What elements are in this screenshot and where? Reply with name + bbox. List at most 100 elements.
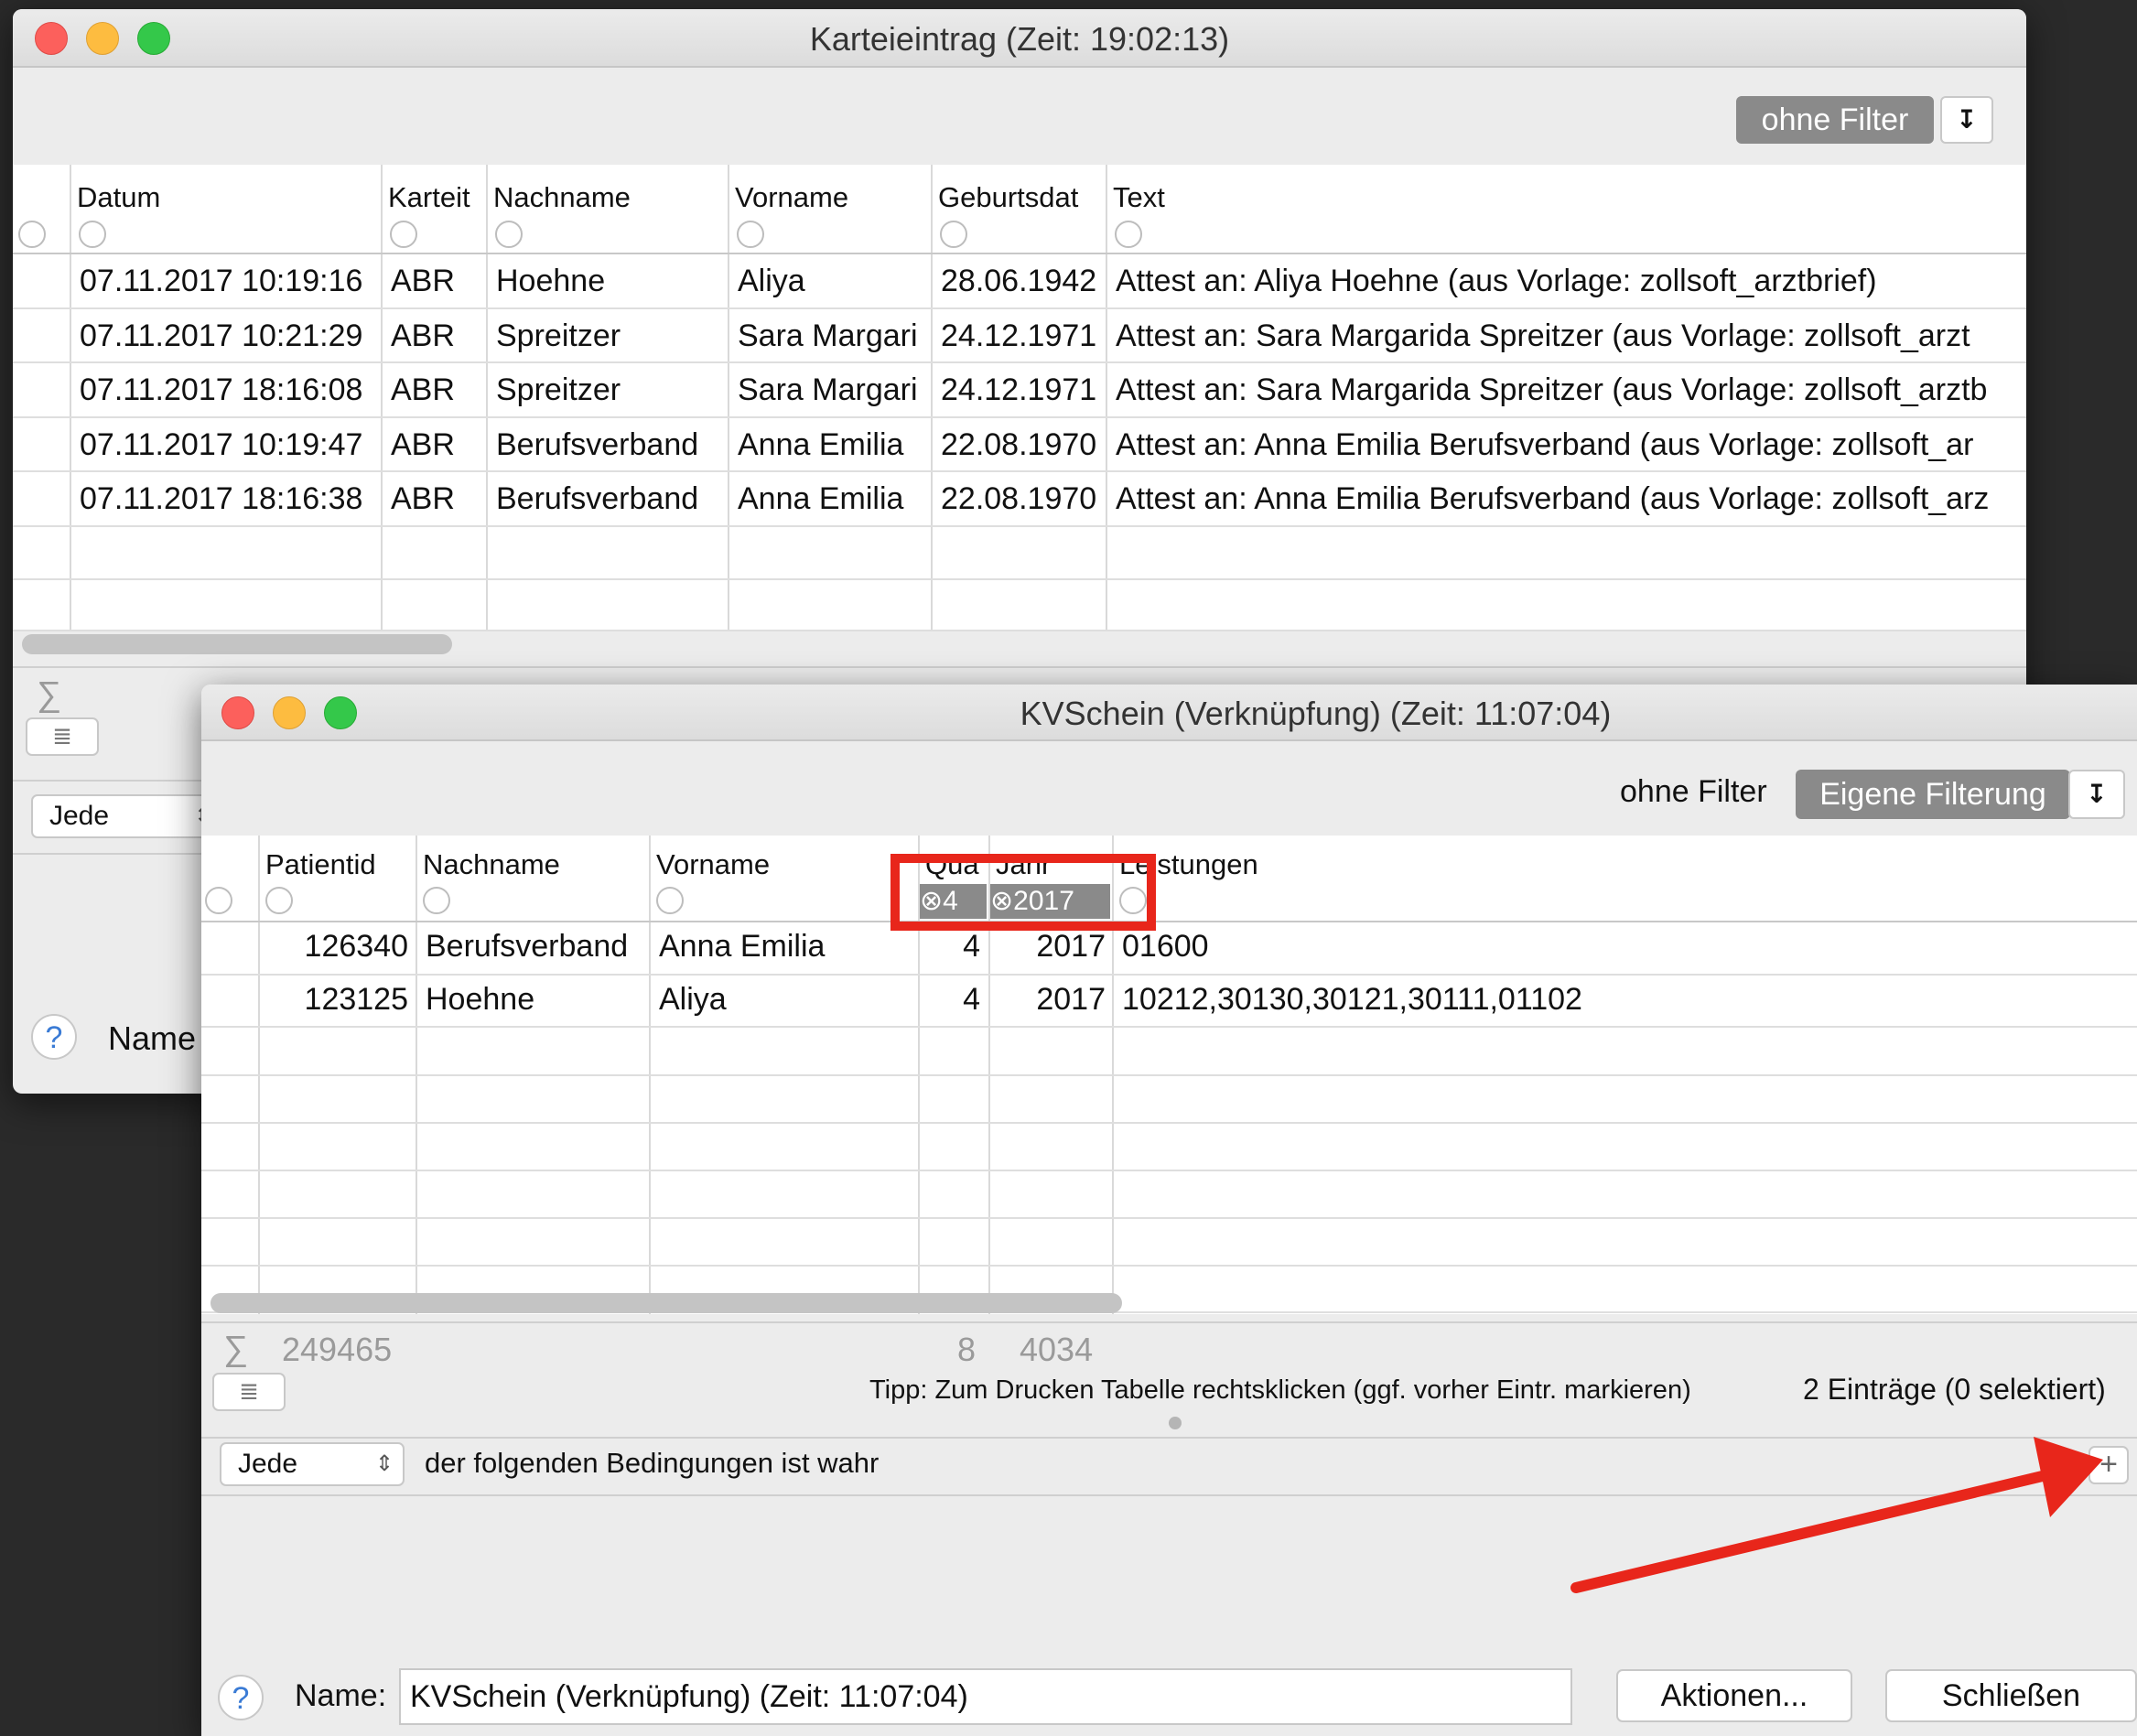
table-cell[interactable]: 07.11.2017 10:21:29 — [80, 318, 377, 354]
filter-circle-icon[interactable] — [390, 221, 417, 248]
table-cell[interactable]: Berufsverband — [496, 481, 725, 517]
horizontal-scrollbar[interactable] — [210, 1293, 1122, 1313]
filter-circle-icon[interactable] — [205, 887, 232, 914]
column-options-icon[interactable]: ≣ — [212, 1373, 286, 1411]
column-header-geburtsdat[interactable]: Geburtsdat — [938, 181, 1078, 214]
table-cell[interactable]: Berufsverband — [496, 427, 725, 463]
table-cell[interactable]: 4 — [922, 982, 980, 1018]
chevron-updown-icon: ⇕ — [374, 1451, 394, 1476]
table-cell[interactable]: 2017 — [992, 929, 1106, 965]
column-options-icon[interactable]: ≣ — [26, 717, 99, 756]
table-cell[interactable]: 07.11.2017 18:16:08 — [80, 372, 377, 408]
table-cell[interactable]: Berufsverband — [426, 929, 645, 965]
kvschein-table[interactable]: Patientid Nachname Vorname Qua Jahr Leis… — [201, 836, 2137, 1314]
filter-circle-icon[interactable] — [1115, 221, 1142, 248]
filter-circle-icon[interactable] — [18, 221, 46, 248]
column-header-text[interactable]: Text — [1113, 181, 1165, 214]
filter-menu-arrow-icon[interactable]: ↧ — [1940, 96, 1993, 144]
sum-icon: ∑ — [37, 675, 62, 714]
help-icon[interactable]: ? — [31, 1014, 77, 1060]
entry-count: 2 Einträge (0 selektiert) — [1803, 1373, 2106, 1406]
sum-quarter: 8 — [957, 1331, 977, 1368]
filter-button[interactable]: ohne Filter — [1736, 96, 1934, 144]
condition-popup-label: Jede — [49, 801, 110, 831]
add-condition-icon[interactable]: + — [2088, 1446, 2129, 1484]
table-cell[interactable]: ABR — [391, 427, 482, 463]
name-label: Name — [108, 1019, 197, 1057]
filter-circle-icon[interactable] — [940, 221, 967, 248]
column-header-nachname[interactable]: Nachname — [423, 848, 560, 881]
resize-handle-icon[interactable] — [1169, 1417, 1182, 1429]
table-cell[interactable]: 123125 — [262, 982, 408, 1018]
filter-circle-icon[interactable] — [495, 221, 523, 248]
column-header-datum[interactable]: Datum — [77, 181, 160, 214]
column-header-vorname[interactable]: Vorname — [656, 848, 770, 881]
table-cell[interactable]: Anna Emilia — [659, 929, 915, 965]
column-header-karteit[interactable]: Karteit — [388, 181, 470, 214]
table-cell[interactable]: ABR — [391, 481, 482, 517]
filter-circle-icon[interactable] — [79, 221, 106, 248]
table-cell[interactable]: 24.12.1971 — [941, 318, 1104, 354]
table-cell[interactable]: Spreitzer — [496, 372, 725, 408]
column-header-nachname[interactable]: Nachname — [493, 181, 631, 214]
column-header-vorname[interactable]: Vorname — [735, 181, 848, 214]
table-cell[interactable]: ABR — [391, 372, 482, 408]
table-cell[interactable]: 22.08.1970 — [941, 427, 1104, 463]
name-input[interactable]: KVSchein (Verknüpfung) (Zeit: 11:07:04) — [399, 1668, 1572, 1725]
kvschein-titlebar[interactable]: KVSchein (Verknüpfung) (Zeit: 11:07:04) — [201, 685, 2137, 741]
filter-circle-icon[interactable] — [265, 887, 293, 914]
custom-filter-button[interactable]: Eigene Filterung — [1796, 770, 2070, 819]
filter-status-text: ohne Filter — [1620, 774, 1767, 809]
horizontal-scrollbar[interactable] — [22, 634, 452, 654]
condition-text: der folgenden Bedingungen ist wahr — [425, 1447, 880, 1479]
table-cell[interactable]: 4 — [922, 929, 980, 965]
window-title: Karteieintrag (Zeit: 19:02:13) — [809, 20, 1230, 58]
table-cell[interactable]: Anna Emilia — [738, 481, 928, 517]
table-cell[interactable]: 126340 — [262, 929, 408, 965]
table-cell[interactable]: 07.11.2017 10:19:16 — [80, 264, 377, 299]
column-header-patientid[interactable]: Patientid — [265, 848, 376, 881]
table-cell[interactable]: 2017 — [992, 982, 1106, 1018]
table-cell[interactable]: 01600 — [1122, 929, 2129, 965]
condition-popup[interactable]: Jede ⇕ — [31, 794, 223, 838]
table-cell[interactable]: 24.12.1971 — [941, 372, 1104, 408]
name-label: Name: — [295, 1678, 387, 1713]
table-cell[interactable]: 22.08.1970 — [941, 481, 1104, 517]
table-cell[interactable]: Attest an: Anna Emilia Berufsverband (au… — [1116, 481, 2026, 517]
table-cell[interactable]: Anna Emilia — [738, 427, 928, 463]
table-cell[interactable]: Sara Margari — [738, 318, 928, 354]
table-cell[interactable]: ABR — [391, 318, 482, 354]
condition-popup-label: Jede — [238, 1449, 298, 1479]
filter-circle-icon[interactable] — [737, 221, 764, 248]
karteieintrag-table[interactable]: Datum Karteit Nachname Vorname Geburtsda… — [13, 165, 2026, 631]
filter-menu-arrow-icon[interactable]: ↧ — [2068, 770, 2125, 819]
table-cell[interactable]: 28.06.1942 — [941, 264, 1104, 299]
table-cell[interactable]: Attest an: Aliya Hoehne (aus Vorlage: zo… — [1116, 264, 2026, 299]
table-cell[interactable]: Attest an: Sara Margarida Spreitzer (aus… — [1116, 372, 2026, 408]
actions-button[interactable]: Aktionen... — [1616, 1669, 1852, 1722]
table-cell[interactable]: 07.11.2017 18:16:38 — [80, 481, 377, 517]
karteieintrag-titlebar[interactable]: Karteieintrag (Zeit: 19:02:13) — [13, 9, 2026, 68]
table-cell[interactable]: Aliya — [738, 264, 928, 299]
table-cell[interactable]: Hoehne — [426, 982, 645, 1018]
table-cell[interactable]: Attest an: Sara Margarida Spreitzer (aus… — [1116, 318, 2026, 354]
table-cell[interactable]: 07.11.2017 10:19:47 — [80, 427, 377, 463]
kvschein-window: KVSchein (Verknüpfung) (Zeit: 11:07:04) … — [201, 685, 2137, 1736]
highlight-box — [890, 854, 1156, 931]
table-cell[interactable]: Aliya — [659, 982, 915, 1018]
filter-circle-icon[interactable] — [423, 887, 450, 914]
sum-year: 4034 — [1020, 1331, 1094, 1368]
condition-popup[interactable]: Jede ⇕ — [220, 1442, 405, 1486]
table-cell[interactable]: Spreitzer — [496, 318, 725, 354]
sum-icon: ∑ — [223, 1330, 249, 1368]
table-cell[interactable]: ABR — [391, 264, 482, 299]
table-cell[interactable]: Sara Margari — [738, 372, 928, 408]
table-cell[interactable]: Attest an: Anna Emilia Berufsverband (au… — [1116, 427, 2026, 463]
print-tip-text: Tipp: Zum Drucken Tabelle rechtsklicken … — [869, 1375, 1691, 1405]
window-title: KVSchein (Verknüpfung) (Zeit: 11:07:04) — [1020, 695, 1612, 732]
table-cell[interactable]: Hoehne — [496, 264, 725, 299]
filter-circle-icon[interactable] — [656, 887, 684, 914]
table-cell[interactable]: 10212,30130,30121,30111,01102 — [1122, 982, 2129, 1018]
close-button[interactable]: Schließen — [1885, 1669, 2137, 1722]
help-icon[interactable]: ? — [218, 1675, 264, 1720]
